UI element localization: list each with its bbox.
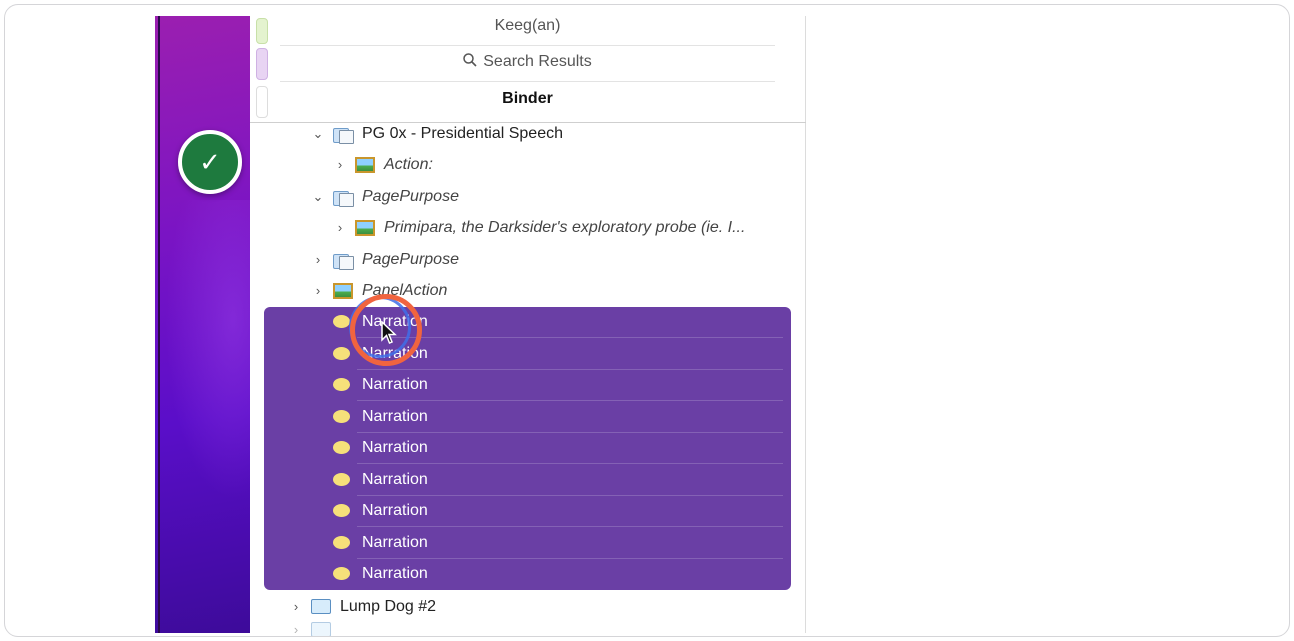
tree-item-action[interactable]: › Action: [333,149,433,180]
chevron-right-icon[interactable]: › [333,157,347,172]
tree-item-page-purpose[interactable]: ⌄ PagePurpose [311,181,459,212]
tree-item-primipara[interactable]: › Primipara, the Darksider's exploratory… [333,212,745,243]
color-tab-purple[interactable] [256,48,268,80]
chevron-right-icon[interactable]: › [311,252,325,267]
tree-item-label: Narration [362,470,428,488]
tree-item-partial[interactable]: › [289,622,340,636]
tree-item-label: PagePurpose [362,187,459,205]
tree-item-page-purpose-2[interactable]: › PagePurpose [311,244,459,275]
tree-item-narration[interactable]: Narration [333,527,783,558]
chevron-right-icon[interactable]: › [289,599,303,614]
speech-bubble-icon [333,473,350,486]
chevron-right-icon[interactable]: › [333,220,347,235]
wallpaper-wave [165,200,250,500]
image-doc-icon [333,282,353,299]
folder-icon [311,622,331,636]
tree-item-narration[interactable]: Narration [333,401,783,432]
image-doc-icon [355,156,375,173]
speech-bubble-icon [333,315,350,328]
speech-bubble-icon [333,504,350,517]
tree-item-narration[interactable]: Narration [333,495,783,526]
folder-icon [311,599,331,614]
tree-item-label: Narration [362,407,428,425]
speech-bubble-icon [333,441,350,454]
header-top-label: Keeg(an) [494,17,561,34]
tree-item-label: Narration [362,375,428,393]
color-tab-green[interactable] [256,18,268,44]
tree-item-lump-dog[interactable]: › Lump Dog #2 [289,591,436,622]
mouse-cursor-icon [381,321,397,344]
speech-bubble-icon [333,567,350,580]
tree-item-label: Lump Dog #2 [340,597,437,615]
tree-item-narration[interactable]: Narration [333,464,783,495]
speech-bubble-icon [333,536,350,549]
tree-item-narration[interactable]: Narration [333,432,783,463]
tree-item-presidential-speech[interactable]: ⌄ PG 0x - Presidential Speech [311,118,563,149]
tree-item-label: Primipara, the Darksider's exploratory p… [384,218,746,236]
image-doc-icon [355,219,375,236]
search-results-tab[interactable]: Search Results [280,53,775,75]
chevron-down-icon[interactable]: ⌄ [311,126,325,142]
tree-item-label: Action: [384,155,433,173]
search-icon [463,53,477,67]
tree-item-label: PagePurpose [362,250,459,268]
folder-document-icon [333,252,354,270]
tree-item-label: Narration [362,438,428,456]
tree-item-label: Narration [362,564,428,582]
speech-bubble-icon [333,410,350,423]
tree-item-label: Narration [362,501,428,519]
tree-item-label: PG 0x - Presidential Speech [362,124,563,142]
chevron-right-icon[interactable]: › [311,283,325,298]
folder-document-icon [333,189,354,207]
divider [280,81,775,82]
search-results-label: Search Results [483,53,592,70]
window-edge [158,16,160,633]
checkmark-badge-icon: ✓ [178,130,242,194]
chevron-down-icon[interactable]: ⌄ [311,189,325,205]
binder-title: Binder [502,90,553,107]
folder-document-icon [333,126,354,144]
chevron-right-icon[interactable]: › [289,622,303,636]
tree-item-label: Narration [362,533,428,551]
tree-item-narration[interactable]: Narration [333,369,783,400]
speech-bubble-icon [333,378,350,391]
speech-bubble-icon [333,347,350,360]
tree-item-narration[interactable]: Narration [333,558,783,589]
color-tab-white[interactable] [256,86,268,118]
divider [280,45,775,46]
